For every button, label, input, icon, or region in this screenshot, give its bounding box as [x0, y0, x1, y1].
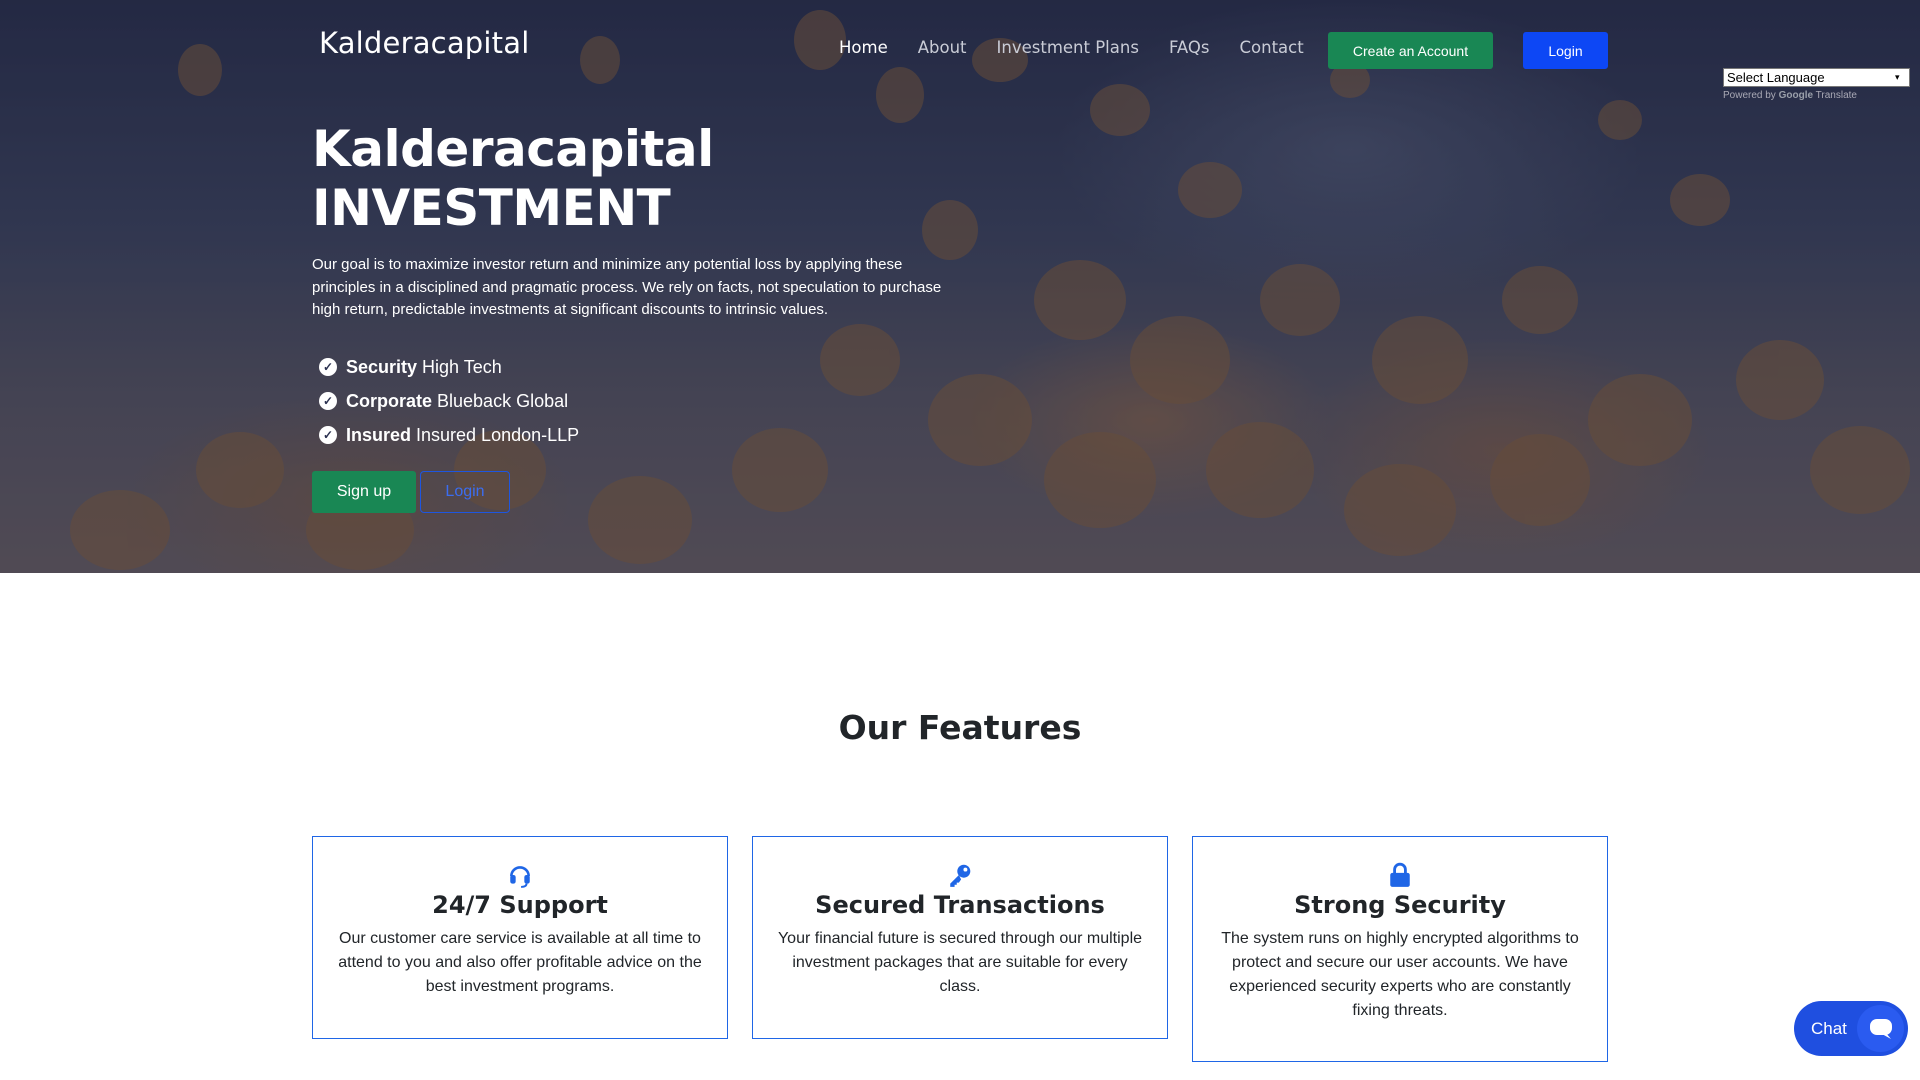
- hero-title-line2: INVESTMENT: [312, 179, 671, 237]
- brand-logo[interactable]: Kalderacapital: [319, 26, 529, 60]
- create-account-button[interactable]: Create an Account: [1328, 32, 1493, 69]
- check-label-bold: Corporate: [346, 390, 433, 411]
- feature-card-text: Our customer care service is available a…: [338, 930, 702, 995]
- features-title: Our Features: [838, 708, 1082, 747]
- google-translate-widget: Select Language ▾ Powered by Google Tran…: [1723, 68, 1910, 101]
- language-select[interactable]: Select Language ▾: [1723, 68, 1910, 87]
- nav-about[interactable]: About: [918, 38, 967, 57]
- feature-card-transactions: Secured Transactions Your financial futu…: [752, 836, 1168, 1039]
- feature-card-support: 24/7 Support Our customer care service i…: [312, 836, 728, 1039]
- powered-by-label: Powered by: [1723, 90, 1776, 101]
- feature-card-title: Strong Security: [1294, 891, 1506, 919]
- list-item: ✓ Corporate Blueback Global: [319, 384, 579, 418]
- check-label-bold: Insured: [346, 424, 412, 445]
- feature-card-title: Secured Transactions: [815, 891, 1105, 919]
- check-circle-icon: ✓: [319, 358, 337, 376]
- google-logo: Google: [1778, 90, 1814, 101]
- headset-icon: [337, 861, 703, 889]
- hero-section: Kalderacapital Home About Investment Pla…: [0, 0, 1920, 573]
- hero-title: Kalderacapital INVESTMENT: [312, 120, 714, 238]
- feature-card-text: Your financial future is secured through…: [777, 930, 1143, 995]
- feature-card-security: Strong Security The system runs on highl…: [1192, 836, 1608, 1062]
- chat-label: Chat: [1811, 1018, 1847, 1038]
- feature-card-title: 24/7 Support: [432, 891, 608, 919]
- key-icon: [777, 861, 1143, 889]
- hero-feature-list: ✓ Security High Tech ✓ Corporate Bluebac…: [319, 350, 579, 452]
- list-item: ✓ Insured Insured London-LLP: [319, 418, 579, 452]
- hero-title-line1: Kalderacapital: [312, 120, 714, 178]
- lock-icon: [1217, 861, 1583, 889]
- chevron-down-icon: ▾: [1895, 72, 1900, 82]
- check-circle-icon: ✓: [319, 392, 337, 410]
- login-button[interactable]: Login: [1523, 32, 1608, 69]
- language-select-value: Select Language: [1727, 70, 1825, 85]
- check-label-text: Blueback Global: [437, 390, 569, 411]
- nav-faqs[interactable]: FAQs: [1169, 38, 1210, 57]
- hero-login-button[interactable]: Login: [420, 471, 510, 513]
- main-nav: Home About Investment Plans FAQs Contact: [839, 38, 1304, 57]
- chat-widget-button[interactable]: Chat: [1794, 1001, 1908, 1056]
- list-item: ✓ Security High Tech: [319, 350, 579, 384]
- nav-contact[interactable]: Contact: [1240, 38, 1304, 57]
- feature-card-text: The system runs on highly encrypted algo…: [1221, 930, 1579, 1019]
- signup-button[interactable]: Sign up: [312, 471, 416, 513]
- check-label-text: Insured London-LLP: [416, 424, 580, 445]
- chat-bubble-icon: [1857, 1005, 1904, 1052]
- powered-by-google: Powered by Google Translate: [1723, 90, 1910, 101]
- check-circle-icon: ✓: [319, 426, 337, 444]
- nav-investment-plans[interactable]: Investment Plans: [997, 38, 1139, 57]
- nav-home[interactable]: Home: [839, 38, 888, 57]
- check-label-bold: Security: [346, 356, 418, 377]
- hero-description: Our goal is to maximize investor return …: [312, 256, 942, 318]
- check-label-text: High Tech: [422, 356, 502, 377]
- translate-link[interactable]: Translate: [1816, 90, 1857, 101]
